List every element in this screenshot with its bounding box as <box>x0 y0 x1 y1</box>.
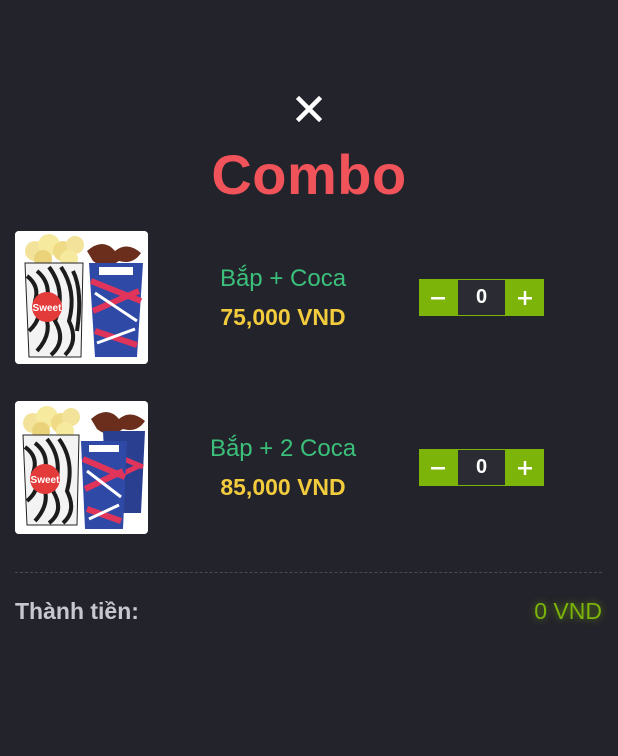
quantity-value[interactable]: 0 <box>457 279 506 316</box>
combo-info: Bắp + 2 Coca 85,000 VND <box>183 401 383 534</box>
combo-name: Bắp + 2 Coca <box>209 434 357 462</box>
total-label: Thành tiền: <box>15 598 139 624</box>
plus-icon <box>518 290 532 305</box>
quantity-value[interactable]: 0 <box>457 449 506 486</box>
increase-button[interactable] <box>506 449 544 486</box>
minus-icon <box>431 296 445 299</box>
quantity-stepper: 0 <box>419 449 544 486</box>
combo-name: Bắp + Coca <box>219 264 347 292</box>
combo-item: Sweet Bắp + Coca 75,000 VND 0 <box>15 231 605 364</box>
increase-button[interactable] <box>506 279 544 316</box>
close-icon <box>296 96 322 122</box>
plus-icon <box>518 460 532 475</box>
combo-price: 75,000 VND <box>220 303 346 330</box>
popcorn-and-one-drink-image: Sweet <box>15 231 148 364</box>
decrease-button[interactable] <box>419 449 457 486</box>
svg-text:Sweet: Sweet <box>33 303 63 314</box>
quantity-stepper: 0 <box>419 279 544 316</box>
modal-title: Combo <box>211 143 407 206</box>
minus-icon <box>431 466 445 469</box>
combo-modal: Combo Sweet Bắp + Coca 75,000 VND 0 Swee… <box>0 0 618 756</box>
combo-price: 85,000 VND <box>220 473 346 500</box>
total-value: 0 VND <box>534 598 602 624</box>
combo-item: Sweet Bắp + 2 Coca 85,000 VND 0 <box>15 401 605 534</box>
svg-text:Sweet: Sweet <box>31 475 61 486</box>
popcorn-and-two-drinks-image: Sweet <box>15 401 148 534</box>
close-button[interactable] <box>290 90 328 128</box>
divider <box>15 572 602 573</box>
combo-info: Bắp + Coca 75,000 VND <box>183 231 383 364</box>
decrease-button[interactable] <box>419 279 457 316</box>
